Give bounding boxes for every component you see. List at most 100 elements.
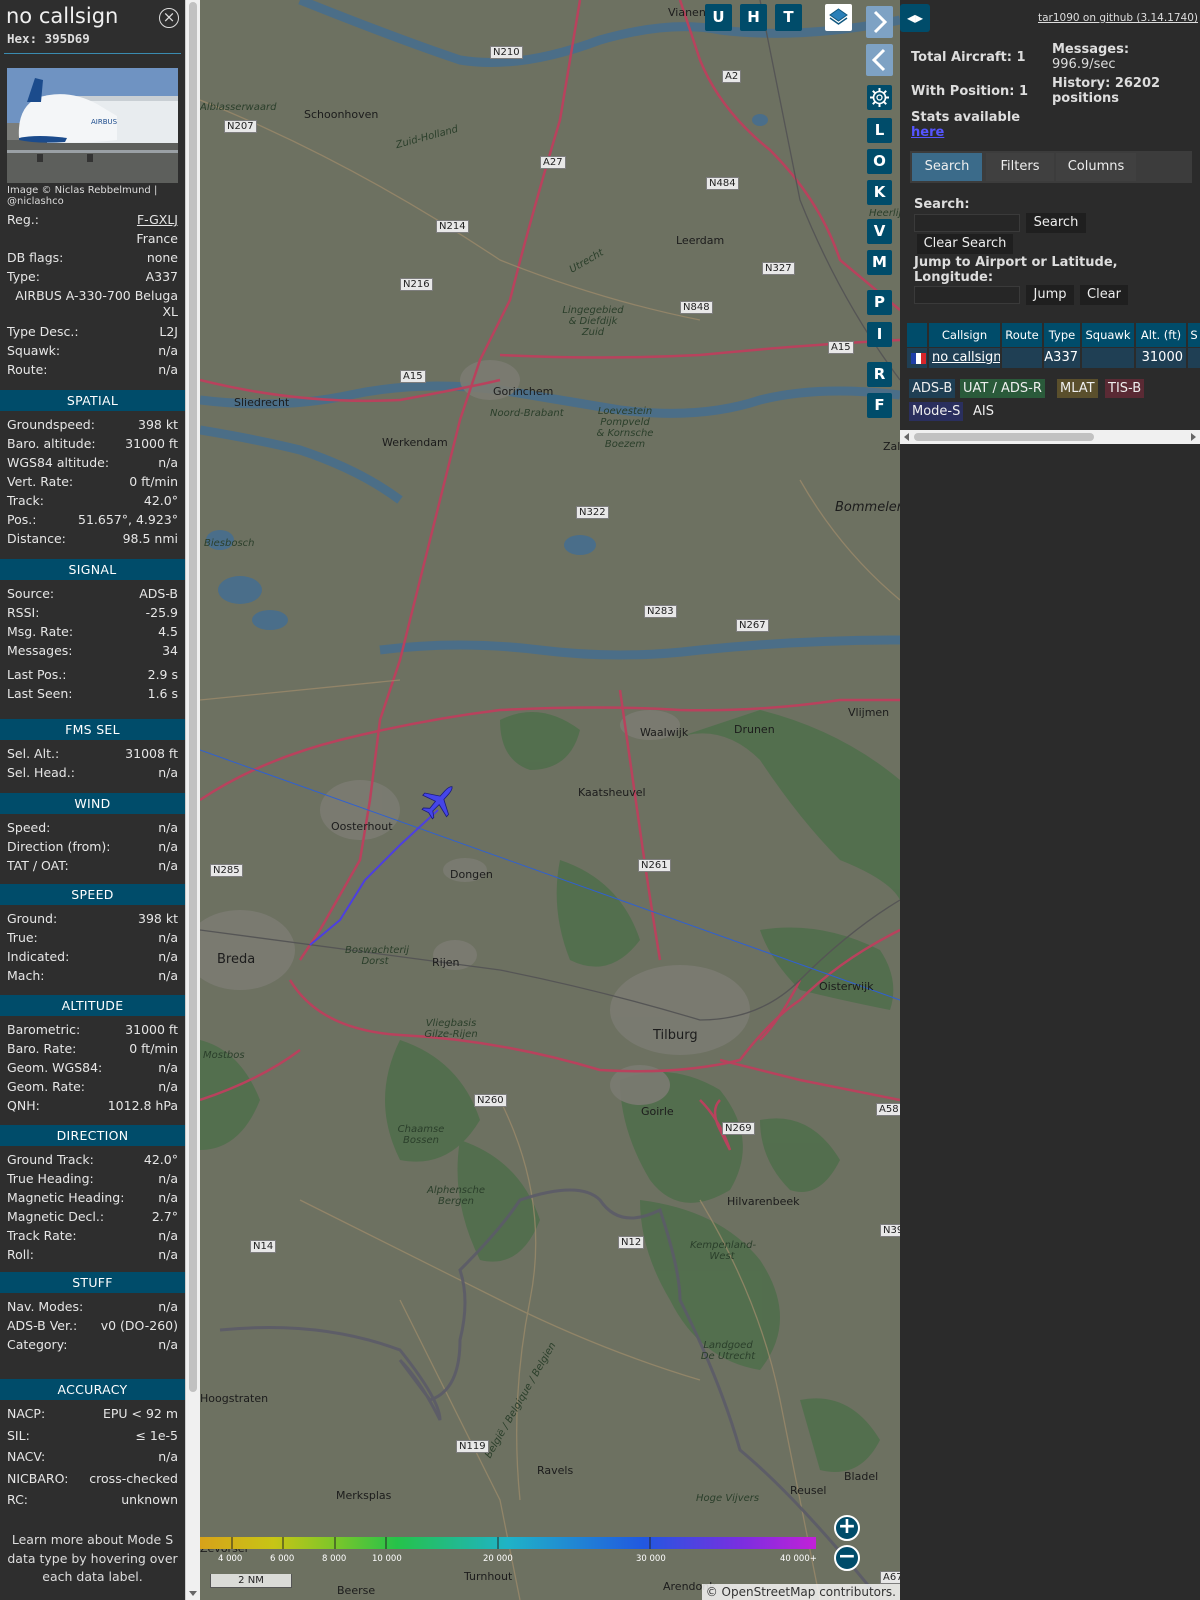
info-row: XL: [7, 304, 178, 323]
map-road-label: N269: [722, 1122, 755, 1135]
prev-aircraft-button[interactable]: [866, 44, 893, 76]
registration-link[interactable]: F-GXLJ: [137, 212, 178, 227]
table-header-callsign[interactable]: Callsign: [929, 323, 1002, 347]
toggle-p-button[interactable]: P: [867, 290, 892, 315]
tab-search[interactable]: Search: [912, 153, 982, 181]
info-row-label: Route:: [7, 362, 48, 377]
toggle-l-button[interactable]: L: [867, 118, 892, 143]
info-row-label: Messages:: [7, 643, 73, 658]
map-place-label: Loevestein Pompveld & Kornsche Boezem: [596, 406, 654, 450]
info-row-label: Geom. Rate:: [7, 1079, 86, 1094]
jump-input[interactable]: [914, 286, 1020, 304]
source-tisb[interactable]: TIS-B: [1105, 379, 1145, 398]
legend-tick: 8 000: [322, 1554, 347, 1564]
clear-button[interactable]: Clear: [1080, 285, 1128, 305]
table-cell-callsign[interactable]: no callsign: [929, 348, 1002, 368]
map-place-label: Hilvarenbeek: [727, 1195, 800, 1208]
map-place-label: Biesbosch: [204, 538, 255, 549]
layers-button[interactable]: [825, 4, 852, 31]
source-modes[interactable]: Mode-S: [909, 402, 964, 421]
toggle-h-button[interactable]: H: [740, 4, 767, 31]
tab-columns[interactable]: Columns: [1056, 153, 1136, 181]
table-header-alt[interactable]: Alt. (ft): [1136, 323, 1188, 347]
map-place-label: Vianen: [668, 6, 706, 19]
map-place-label: Hoogstraten: [200, 1392, 269, 1405]
info-row: Type Desc.: L2J: [7, 324, 178, 343]
zoom-in-button[interactable]: +: [834, 1515, 860, 1541]
info-scrollbar[interactable]: [185, 0, 200, 1600]
aircraft-list-panel: ◂▸ tar1090 on github (3.14.1740) Total A…: [900, 0, 1200, 1600]
toggle-f-button[interactable]: F: [867, 393, 892, 418]
info-row-value: n/a: [158, 455, 178, 470]
map-road-label: A58: [876, 1103, 900, 1116]
info-row: ADS-B Ver.: v0 (DO-260): [7, 1318, 178, 1337]
toggle-i-button[interactable]: I: [867, 322, 892, 347]
toggle-m-button[interactable]: M: [867, 250, 892, 275]
toggle-r-button[interactable]: R: [867, 362, 892, 387]
toggle-t-button[interactable]: T: [775, 4, 802, 31]
stats-link[interactable]: here: [911, 125, 944, 140]
info-row-label: TAT / OAT:: [7, 858, 69, 873]
table-header-speed[interactable]: S: [1188, 323, 1200, 347]
info-row-value: n/a: [158, 839, 178, 854]
map-place-label: Schoonhoven: [304, 108, 379, 121]
search-input[interactable]: [914, 214, 1020, 232]
source-mlat[interactable]: MLAT: [1057, 379, 1098, 398]
map-place-label: Mostbos: [203, 1050, 245, 1061]
next-aircraft-button[interactable]: [866, 6, 893, 38]
source-adsb[interactable]: ADS-B: [909, 379, 956, 398]
map-place-label: Werkendam: [382, 436, 448, 449]
info-row-value: 31008 ft: [125, 746, 178, 761]
info-row-value: n/a: [158, 1079, 178, 1094]
table-header-flag[interactable]: [907, 323, 929, 347]
table-header-type[interactable]: Type: [1044, 323, 1082, 347]
aircraft-photo[interactable]: AIRBUS: [7, 68, 178, 183]
map-attribution[interactable]: © OpenStreetMap contributors.: [701, 1584, 900, 1600]
info-row: NACP: EPU < 92 m: [7, 1406, 178, 1425]
info-row-label: Geom. WGS84:: [7, 1060, 103, 1075]
table-horizontal-scrollbar[interactable]: [900, 430, 1200, 444]
info-row-value: A337: [145, 269, 178, 284]
map-view[interactable]: Vianen Schoonhoven Zuid-Holland Leerdam …: [200, 0, 900, 1600]
map-place-label: Vlijmen: [848, 706, 890, 719]
table-header-route[interactable]: Route: [1002, 323, 1044, 347]
map-place-label: Bladel: [844, 1470, 879, 1483]
info-row: RSSI: -25.9: [7, 605, 178, 624]
clear-search-button[interactable]: Clear Search: [917, 234, 1013, 254]
info-row: Magnetic Decl.: 2.7°: [7, 1209, 178, 1228]
chevron-right-icon: [866, 10, 893, 42]
jump-button[interactable]: Jump: [1026, 285, 1074, 305]
map-place-label: Noord-Brabant: [490, 408, 564, 419]
info-row-label: Direction (from):: [7, 839, 111, 854]
toggle-k-button[interactable]: K: [867, 180, 892, 205]
photo-credit: Image © Niclas Rebbelmund | @niclashco: [7, 185, 158, 207]
altitude-color-legend: [200, 1537, 816, 1549]
close-icon[interactable]: ×: [159, 8, 179, 28]
map-place-label: Alphensche Bergen: [427, 1185, 485, 1207]
info-row-value: 42.0°: [143, 1152, 178, 1167]
table-header-squawk[interactable]: Squawk: [1082, 323, 1136, 347]
map-place-label: Breda: [217, 952, 256, 967]
map-road-label: A2: [722, 70, 742, 83]
toggle-v-button[interactable]: V: [867, 219, 892, 244]
toggle-o-button[interactable]: O: [867, 149, 892, 174]
aircraft-info-panel: no callsign Hex: 395D69 × AIRBUS Image ©…: [0, 0, 185, 1600]
map-road-label: A15: [828, 341, 854, 354]
toggle-sidebar-button[interactable]: ◂▸: [900, 4, 930, 32]
settings-button[interactable]: [867, 85, 892, 110]
tab-filters[interactable]: Filters: [986, 153, 1054, 181]
info-row-label: Sel. Alt.:: [7, 746, 60, 761]
legend-tick: 30 000: [636, 1554, 666, 1564]
source-uat[interactable]: UAT / ADS-R: [960, 379, 1045, 398]
info-row-label: Baro. Rate:: [7, 1041, 77, 1056]
map-road-label: N14: [250, 1240, 277, 1253]
zoom-out-button[interactable]: −: [834, 1545, 860, 1571]
chevron-left-icon: [866, 48, 893, 80]
github-link[interactable]: tar1090 on github (3.14.1740): [1038, 12, 1198, 24]
info-row: True Heading: n/a: [7, 1171, 178, 1190]
info-footnote: Learn more about Mode S data type by hov…: [7, 1532, 178, 1584]
source-ais[interactable]: AIS: [970, 402, 997, 421]
search-button[interactable]: Search: [1026, 213, 1086, 233]
toggle-u-button[interactable]: U: [705, 4, 732, 31]
info-row-label: Last Seen:: [7, 686, 73, 701]
